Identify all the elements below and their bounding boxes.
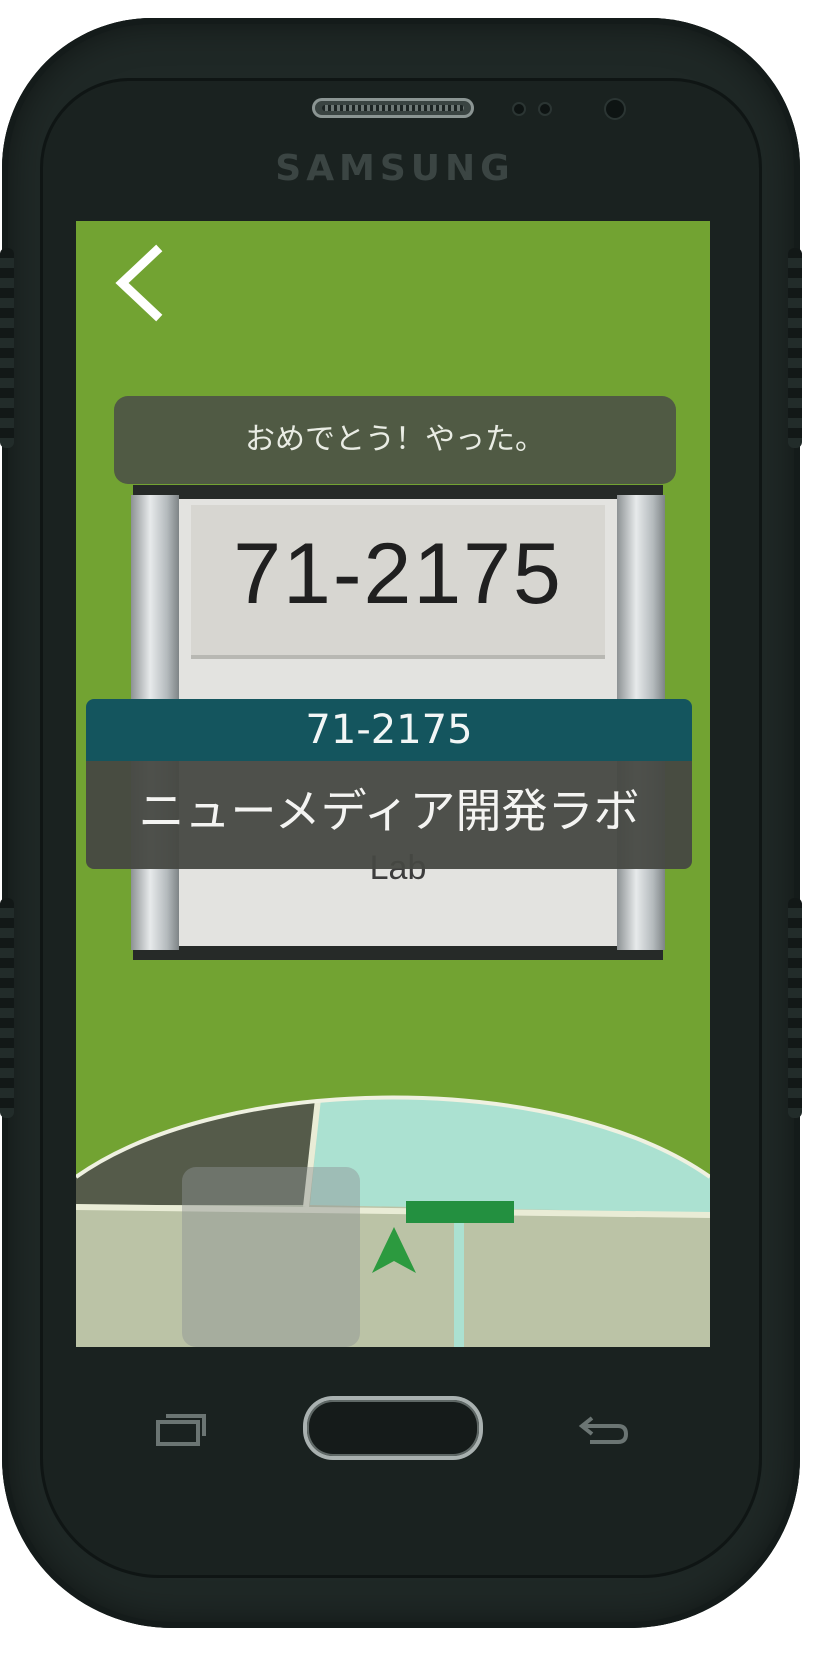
light-sensor bbox=[540, 104, 550, 114]
brand-logo: SAMSUNG bbox=[275, 148, 515, 189]
back-hardware-button[interactable] bbox=[574, 1408, 634, 1452]
map-room-target bbox=[310, 1097, 710, 1213]
recent-apps-button[interactable] bbox=[152, 1410, 212, 1450]
side-grip-left-lower bbox=[0, 898, 14, 1118]
mini-map[interactable] bbox=[76, 1081, 710, 1347]
chevron-left-icon bbox=[115, 244, 163, 322]
home-button[interactable] bbox=[307, 1400, 479, 1456]
map-door-gap bbox=[454, 1211, 464, 1347]
back-button[interactable] bbox=[100, 243, 180, 323]
success-banner: おめでとう！やった。 bbox=[114, 396, 676, 484]
side-grip-left-upper bbox=[0, 248, 14, 448]
earpiece-speaker bbox=[312, 98, 474, 118]
destination-bar bbox=[406, 1201, 514, 1223]
recent-apps-icon bbox=[156, 1414, 206, 1446]
room-number: 71-2175 bbox=[86, 699, 692, 761]
sign-number-plate: 71-2175 bbox=[191, 505, 605, 659]
side-grip-right-upper bbox=[788, 248, 802, 448]
map-overlay-ghost bbox=[182, 1167, 360, 1347]
room-info-card: 71-2175 ニューメディア開発ラボ bbox=[86, 699, 692, 869]
sign-number-text: 71-2175 bbox=[233, 526, 563, 622]
room-name: ニューメディア開発ラボ bbox=[86, 761, 692, 869]
proximity-sensor bbox=[514, 104, 524, 114]
back-arrow-icon bbox=[578, 1416, 629, 1444]
app-screen: 71-2175 Lab おめでとう！やった。 71-2175 ニューメディア開発… bbox=[76, 221, 710, 1347]
front-camera bbox=[606, 100, 624, 118]
side-grip-right-lower bbox=[788, 898, 802, 1118]
